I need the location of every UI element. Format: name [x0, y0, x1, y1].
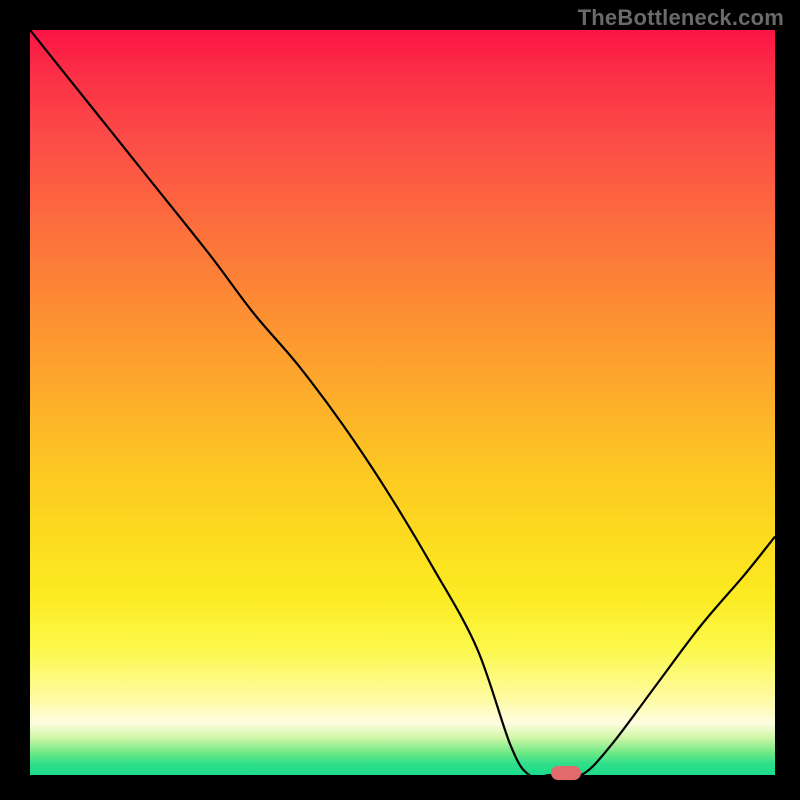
optimal-marker [551, 766, 581, 780]
watermark-text: TheBottleneck.com [578, 5, 784, 31]
plot-area [30, 30, 775, 775]
chart-frame: TheBottleneck.com [0, 0, 800, 800]
curve-svg [30, 30, 775, 775]
bottleneck-curve-path [30, 30, 775, 775]
